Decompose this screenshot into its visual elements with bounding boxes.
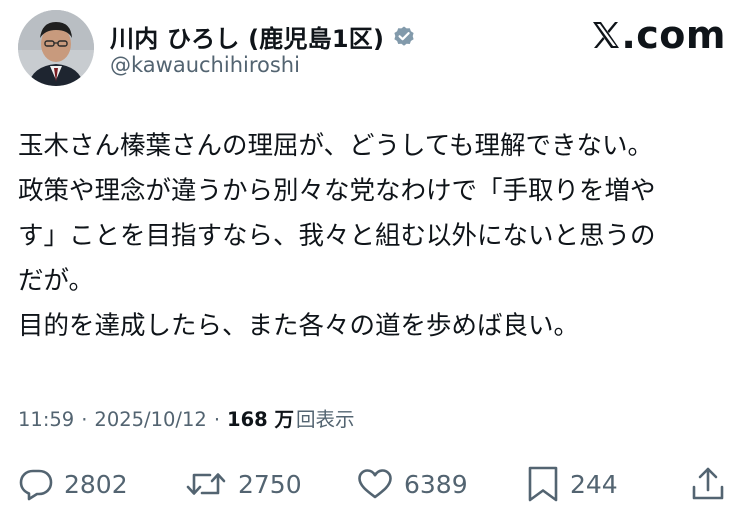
repost-icon (184, 466, 228, 502)
repost-button[interactable]: 2750 (184, 459, 302, 509)
avatar-portrait (18, 10, 94, 86)
reply-count: 2802 (64, 469, 128, 499)
bookmark-button[interactable]: 244 (526, 459, 618, 509)
brand-domain-text: .com (621, 13, 726, 57)
tweet-text-line: 玉木さん榛葉さんの理屈が、どうしても理解できない。 (18, 131, 653, 161)
x-logo-icon (591, 20, 621, 50)
meta-separator: · (81, 408, 88, 431)
author-display-name[interactable]: 川内 ひろし (鹿児島1区) (110, 19, 384, 54)
tweet-header: 川内 ひろし (鹿児島1区) @kawauchihiroshi .com (18, 10, 732, 88)
x-brand-logo: .com (591, 15, 726, 55)
share-icon (690, 465, 726, 503)
views-label: 回表示 (296, 408, 355, 431)
tweet-text-line: す」ことを目指すなら、我々と組む以外にないと思うの (18, 221, 656, 251)
bookmark-count: 244 (570, 469, 618, 499)
tweet-text: 玉木さん榛葉さんの理屈が、どうしても理解できない。 政策や理念が違うから別々な党… (18, 124, 734, 349)
share-button[interactable] (690, 459, 726, 509)
tweet-text-line: だが。 (18, 266, 94, 296)
bookmark-icon (526, 465, 560, 503)
tweet-date[interactable]: 2025/10/12 (94, 408, 206, 431)
tweet-time[interactable]: 11:59 (18, 408, 74, 431)
verified-badge-icon (392, 25, 416, 49)
avatar[interactable] (18, 10, 94, 86)
tweet-text-line: 政策や理念が違うから別々な党なわけで「手取りを増や (18, 176, 656, 206)
reply-icon (18, 466, 54, 502)
tweet-actions: 2802 2750 6389 244 (18, 459, 730, 509)
views-count: 168 万 (227, 408, 295, 431)
tweet-text-line: 目的を達成したら、また各々の道を歩めば良い。 (18, 311, 580, 341)
tweet-meta: 11:59 · 2025/10/12 · 168 万 回表示 (18, 403, 355, 432)
heart-icon (356, 466, 394, 502)
author-name-row: 川内 ひろし (鹿児島1区) (110, 19, 416, 54)
like-count: 6389 (404, 469, 468, 499)
author-handle[interactable]: @kawauchihiroshi (110, 53, 300, 77)
repost-count: 2750 (238, 469, 302, 499)
meta-separator: · (213, 408, 221, 431)
like-button[interactable]: 6389 (356, 459, 468, 509)
reply-button[interactable]: 2802 (18, 459, 128, 509)
